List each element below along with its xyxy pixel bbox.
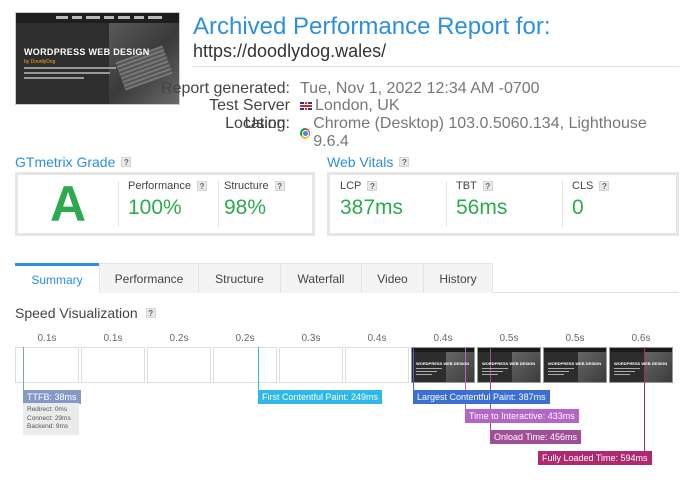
meta-report-generated: Report generated: Tue, Nov 1, 2022 12:34… bbox=[160, 80, 660, 97]
report-page: WORDPRESS WEB DESIGN by DoodlyDog Archiv… bbox=[0, 0, 694, 480]
filmstrip-frame-screenshot[interactable]: WORDPRESS WEB DESIGN bbox=[477, 347, 541, 383]
timestamp-label: 0.6s bbox=[631, 333, 651, 344]
metric-structure: Structure? 98% bbox=[224, 180, 285, 220]
help-icon[interactable]: ? bbox=[196, 181, 207, 191]
card-divider bbox=[118, 181, 119, 227]
lcp-line bbox=[413, 347, 414, 391]
ttfb-line bbox=[23, 347, 24, 391]
chrome-icon bbox=[300, 127, 311, 139]
timestamp-label: 0.4s bbox=[367, 333, 387, 344]
grade-heading: GTmetrix Grade ? bbox=[15, 154, 132, 170]
grade-card: A Performance? 100% Structure? 98% bbox=[15, 172, 315, 236]
meta-value: Chrome (Desktop) 103.0.5060.134, Lightho… bbox=[300, 115, 660, 151]
help-icon[interactable]: ? bbox=[274, 181, 285, 191]
timestamp-label: 0.5s bbox=[499, 333, 519, 344]
thumbnail-subline: by DoodlyDog bbox=[24, 59, 56, 65]
tab-video[interactable]: Video bbox=[361, 263, 424, 293]
tbt-value: 56ms bbox=[456, 196, 508, 219]
metric-cls: CLS? 0 bbox=[572, 180, 610, 220]
performance-value: 100% bbox=[128, 196, 182, 219]
thumbnail-headline: WORDPRESS WEB DESIGN bbox=[24, 47, 150, 57]
card-divider bbox=[562, 181, 563, 227]
meta-server-location: Test Server Location: London, UK bbox=[160, 97, 660, 132]
speed-visualization-heading: Speed Visualization ? bbox=[15, 305, 156, 321]
structure-value: 98% bbox=[224, 196, 267, 219]
help-icon[interactable]: ? bbox=[599, 181, 610, 191]
fcp-marker[interactable]: First Contentful Paint: 249ms bbox=[258, 390, 383, 404]
cls-value: 0 bbox=[572, 196, 584, 219]
help-icon[interactable]: ? bbox=[121, 157, 132, 167]
metric-lcp: LCP? 387ms bbox=[340, 180, 404, 219]
timestamp-label: 0.5s bbox=[565, 333, 585, 344]
lcp-marker[interactable]: Largest Contentful Paint: 387ms bbox=[413, 390, 550, 404]
lcp-value: 387ms bbox=[340, 196, 404, 219]
connect-time: Connect: 29ms bbox=[27, 414, 71, 422]
vitals-card: LCP? 387ms TBT? 56ms CLS? 0 bbox=[327, 172, 679, 236]
header-divider bbox=[193, 66, 679, 67]
meta-label: Report generated: bbox=[161, 80, 290, 97]
card-divider bbox=[218, 181, 219, 227]
tab-history[interactable]: History bbox=[423, 263, 493, 293]
metric-tbt: TBT? 56ms bbox=[456, 180, 508, 219]
help-icon[interactable]: ? bbox=[367, 181, 378, 191]
fcp-line bbox=[258, 347, 259, 391]
report-url[interactable]: https://doodlydog.wales/ bbox=[193, 41, 386, 62]
uk-flag-icon bbox=[300, 102, 312, 110]
meta-label: Using: bbox=[244, 115, 290, 132]
tti-marker[interactable]: Time to Interactive: 433ms bbox=[465, 409, 579, 423]
filmstrip-frame-blank[interactable] bbox=[213, 347, 277, 383]
fully-loaded-marker[interactable]: Fully Loaded Time: 594ms bbox=[538, 451, 652, 465]
timestamp-label: 0.2s bbox=[169, 333, 189, 344]
timestamp-label: 0.1s bbox=[37, 333, 57, 344]
frame-headline: WORDPRESS WEB DESIGN bbox=[482, 361, 536, 366]
filmstrip-frame-blank[interactable] bbox=[345, 347, 409, 383]
vitals-heading: Web Vitals ? bbox=[327, 154, 410, 170]
meta-value: London, UK bbox=[300, 97, 400, 115]
frame-headline: WORDPRESS WEB DESIGN bbox=[548, 361, 602, 366]
thumbnail-nav bbox=[16, 13, 179, 23]
meta-value: Tue, Nov 1, 2022 12:34 AM -0700 bbox=[300, 80, 540, 97]
frame-headline: WORDPRESS WEB DESIGN bbox=[416, 361, 470, 366]
help-icon[interactable]: ? bbox=[399, 157, 410, 167]
meta-using: Using: Chrome (Desktop) 103.0.5060.134, … bbox=[160, 115, 660, 150]
tab-structure[interactable]: Structure bbox=[198, 263, 281, 293]
metric-performance: Performance? 100% bbox=[128, 180, 207, 220]
backend-time: Backend: 9ms bbox=[27, 423, 69, 430]
ttfb-marker[interactable]: TTFB: 38ms bbox=[23, 390, 81, 404]
help-icon[interactable]: ? bbox=[482, 181, 493, 191]
page-thumbnail[interactable]: WORDPRESS WEB DESIGN by DoodlyDog bbox=[15, 12, 180, 105]
filmstrip-frame-blank[interactable] bbox=[147, 347, 211, 383]
grade-letter: A bbox=[49, 176, 87, 232]
report-tabs: Summary Performance Structure Waterfall … bbox=[15, 263, 679, 293]
timestamp-label: 0.4s bbox=[433, 333, 453, 344]
timestamp-label: 0.1s bbox=[103, 333, 123, 344]
timestamp-label: 0.3s bbox=[301, 333, 321, 344]
filmstrip-frame-screenshot[interactable]: WORDPRESS WEB DESIGN bbox=[543, 347, 607, 383]
help-icon[interactable]: ? bbox=[145, 308, 156, 318]
frame-headline: WORDPRESS WEB DESIGN bbox=[614, 361, 668, 366]
onload-marker[interactable]: Onload Time: 456ms bbox=[490, 430, 582, 444]
filmstrip-frame-blank[interactable] bbox=[279, 347, 343, 383]
filmstrip-frame-screenshot[interactable]: WORDPRESS WEB DESIGN bbox=[609, 347, 673, 383]
filmstrip-frame-blank[interactable] bbox=[81, 347, 145, 383]
report-title: Archived Performance Report for: bbox=[193, 13, 551, 40]
redirect-time: Redirect: 0ms bbox=[27, 406, 68, 413]
tab-summary[interactable]: Summary bbox=[15, 263, 99, 293]
thumbnail-text-lines bbox=[24, 67, 119, 82]
tab-waterfall[interactable]: Waterfall bbox=[280, 263, 362, 293]
card-divider bbox=[446, 181, 447, 227]
tab-performance[interactable]: Performance bbox=[99, 263, 199, 293]
ttfb-breakdown: Redirect: 0ms Connect: 29ms Backend: 9ms bbox=[23, 403, 79, 435]
filmstrip-frame-blank[interactable] bbox=[15, 347, 79, 383]
timestamp-label: 0.2s bbox=[235, 333, 255, 344]
